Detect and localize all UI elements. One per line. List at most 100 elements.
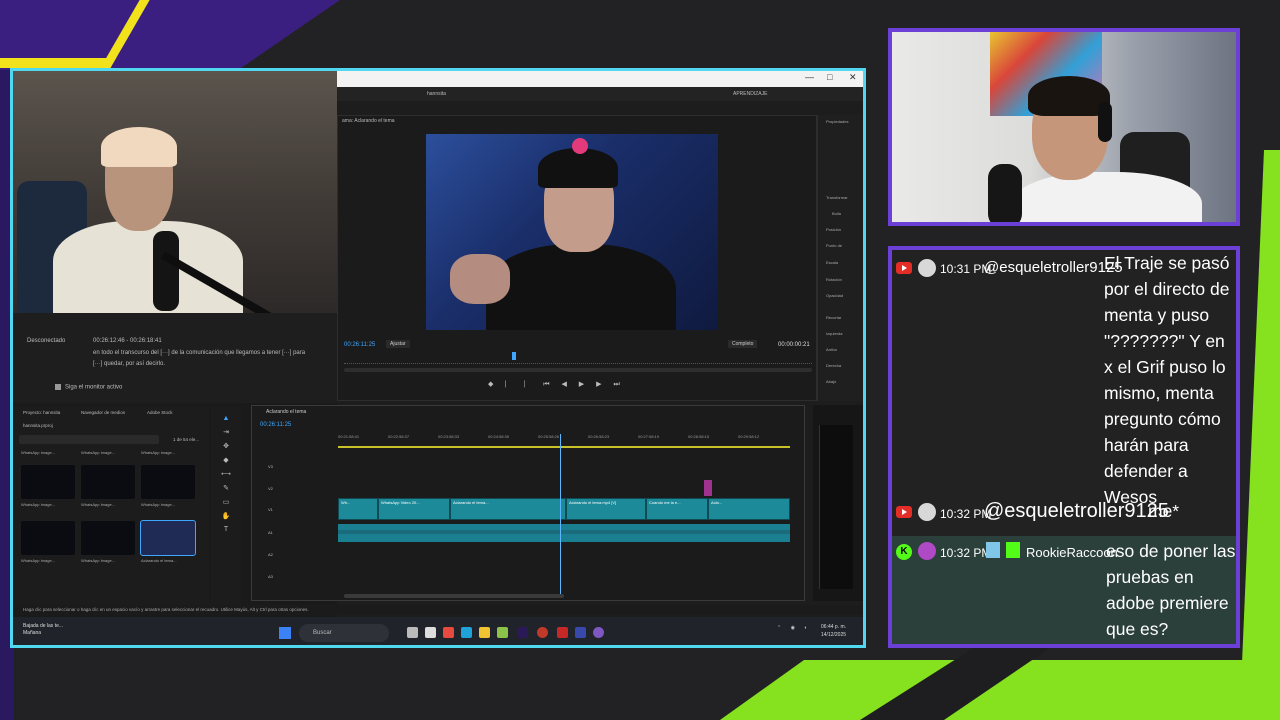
ruler-tick: 00:27:58:19 [638, 434, 660, 439]
ruler-tick: 00:23:58:33 [438, 434, 460, 439]
thumbnail-label: WhatsApp Image... [21, 558, 56, 563]
ruler-tick: 00:21:58:41 [338, 434, 360, 439]
program-ruler[interactable] [344, 356, 812, 364]
follow-monitor-checkbox[interactable]: Siga el monitor activo [55, 384, 122, 391]
track-a3[interactable]: A3 [268, 574, 328, 579]
photoshop-icon[interactable] [575, 627, 586, 638]
project-tabs: Proyecto: hannsita Navegador de medios A… [13, 407, 209, 419]
pen-icon[interactable]: ✎ [211, 484, 241, 492]
properties-panel: Propiedades Transformar Bolla Posición P… [817, 115, 863, 412]
thumbnail-item[interactable]: WhatsApp Image... [81, 521, 135, 563]
tab-project[interactable]: Proyecto: hannsita [23, 410, 60, 415]
project-panel: Proyecto: hannsita Navegador de medios A… [13, 407, 209, 615]
timeline-timecode[interactable]: 00:26:11:25 [260, 422, 291, 428]
prop-transform[interactable]: Transformar [826, 195, 848, 200]
taskbar-search[interactable]: Buscar [299, 624, 389, 642]
thumbnail-item[interactable]: WhatsApp Image... [21, 465, 75, 507]
avatar [918, 503, 936, 521]
program-video-frame [426, 134, 718, 330]
program-timecode[interactable]: 00:26:11:25 [344, 342, 375, 348]
razor-icon[interactable]: ◆ [211, 456, 241, 464]
thumbnail-item[interactable]: WhatsApp Image... [141, 465, 195, 507]
monitor-tab[interactable]: ama: Aclarando el tema [342, 118, 395, 124]
taskbar-clock[interactable]: 06:44 p. m. 14/12/2025 [821, 623, 846, 639]
obs-icon[interactable] [537, 627, 548, 638]
prop-bolla: Bolla [832, 211, 841, 216]
edge-icon[interactable] [461, 627, 472, 638]
slip-icon[interactable]: ⟷ [211, 470, 241, 478]
minimize-button[interactable]: — [805, 72, 814, 82]
playback-controls[interactable]: ◆ ⎸ ⎸ ⏮ ◀ ▶ ▶ ⏭ [488, 380, 625, 389]
windows-taskbar: Bajada de las te... Mañana Buscar ⌃ ◉ ◐ … [13, 617, 863, 645]
checkbox-box[interactable] [55, 384, 61, 390]
widgets-icon[interactable] [425, 627, 436, 638]
project-thumbnails: WhatsApp Image... WhatsApp Image... What… [17, 450, 207, 605]
browser-icon[interactable] [443, 627, 454, 638]
thumbnail-label: WhatsApp Image... [141, 502, 176, 507]
weather-widget[interactable]: Bajada de las te... Mañana [23, 623, 63, 637]
work-area-bar[interactable] [338, 446, 790, 448]
selection-tool-icon[interactable]: ▲ [211, 415, 241, 422]
youtube-icon [896, 262, 912, 274]
track-a2[interactable]: A2 [268, 552, 328, 557]
thumbnail-item[interactable]: WhatsApp Image... [21, 521, 75, 563]
system-tray-icons[interactable]: ⌃ ◉ ◐ [777, 625, 811, 631]
video-track-clips: Wh... WhatsApp Video 20... Aclarando el … [338, 498, 790, 520]
track-v1[interactable]: V1 [268, 507, 328, 512]
learn-button[interactable]: APRENDIZAJE [733, 91, 767, 97]
streamer-right-body [1012, 172, 1202, 222]
thumbnail-image [21, 465, 75, 499]
properties-tab[interactable]: Propiedades [826, 119, 848, 124]
windows-start-icon[interactable] [279, 627, 291, 639]
thumbnail-label: WhatsApp Image... [81, 558, 116, 563]
premiere-app-icon[interactable] [517, 627, 528, 638]
timeline-playhead[interactable] [560, 434, 561, 598]
pink-marker-clip[interactable] [704, 480, 712, 496]
prop-opacity: Opacidad [826, 293, 844, 298]
webcam-left [13, 71, 337, 313]
fit-dropdown[interactable]: Ajustar [386, 340, 410, 348]
timeline-scrollbar[interactable] [344, 594, 564, 598]
track-select-icon[interactable]: ⇥ [211, 428, 241, 436]
prop-crop[interactable]: Recortar [826, 315, 841, 320]
hand-icon[interactable]: ✋ [211, 512, 241, 520]
timeline-clip[interactable]: Aclarando el tema... [450, 498, 566, 520]
project-search-input[interactable] [19, 435, 159, 444]
program-playhead[interactable] [512, 352, 516, 360]
ruler-tick: 00:29:58:12 [738, 434, 760, 439]
quality-dropdown[interactable]: Completo [728, 340, 758, 348]
timeline-clip[interactable]: WhatsApp Video 20... [378, 498, 450, 520]
thumbnail-item[interactable]: WhatsApp Image... [81, 447, 135, 455]
timeline-clip[interactable]: Cuando me la e... [646, 498, 708, 520]
chrome-icon[interactable] [497, 627, 508, 638]
rectangle-icon[interactable]: ▭ [211, 498, 241, 506]
program-monitor: ama: Aclarando el tema 00:26:11:25 Ajust… [337, 115, 817, 401]
track-v3[interactable]: V3 [268, 464, 328, 469]
task-view-icon[interactable] [407, 627, 418, 638]
message-time: 10:32 PM [940, 546, 992, 560]
type-icon[interactable]: T [211, 526, 241, 533]
chat-panel: 10:31 PM @esqueletroller9125 El Traje se… [888, 246, 1240, 648]
file-explorer-icon[interactable] [479, 627, 490, 638]
program-zoom-scrollbar[interactable] [344, 368, 812, 372]
thumbnail-item[interactable]: WhatsApp Image... [141, 447, 195, 455]
close-button[interactable]: ✕ [849, 72, 857, 83]
microphone [153, 231, 179, 311]
timeline-clip[interactable]: Wh... [338, 498, 378, 520]
timeline-clip[interactable]: Acla... [708, 498, 790, 520]
ripple-edit-icon[interactable]: ✥ [211, 442, 241, 450]
track-a1[interactable]: A1 [268, 530, 328, 535]
message-text: eso de poner las pruebas en adobe premie… [1106, 541, 1236, 639]
app-icon[interactable] [557, 627, 568, 638]
tab-media-browser[interactable]: Navegador de medios [81, 410, 125, 415]
thumbnail-item-selected[interactable]: Aclarando el tema... [140, 520, 196, 563]
timeline-tab[interactable]: Aclarando el tema [266, 409, 306, 415]
transcript-panel: Desconectado 00:26:12:46 - 00:26:18:41 e… [13, 313, 337, 403]
discord-icon[interactable] [593, 627, 604, 638]
tab-adobe-stock[interactable]: Adobe Stock [147, 410, 173, 415]
thumbnail-item[interactable]: WhatsApp Image... [21, 447, 75, 455]
maximize-button[interactable]: □ [827, 72, 832, 82]
track-v2[interactable]: V2 [268, 486, 328, 491]
thumbnail-item[interactable]: WhatsApp Image... [81, 465, 135, 507]
timeline-clip[interactable]: Aclarando el tema.mp4 [V] [566, 498, 646, 520]
